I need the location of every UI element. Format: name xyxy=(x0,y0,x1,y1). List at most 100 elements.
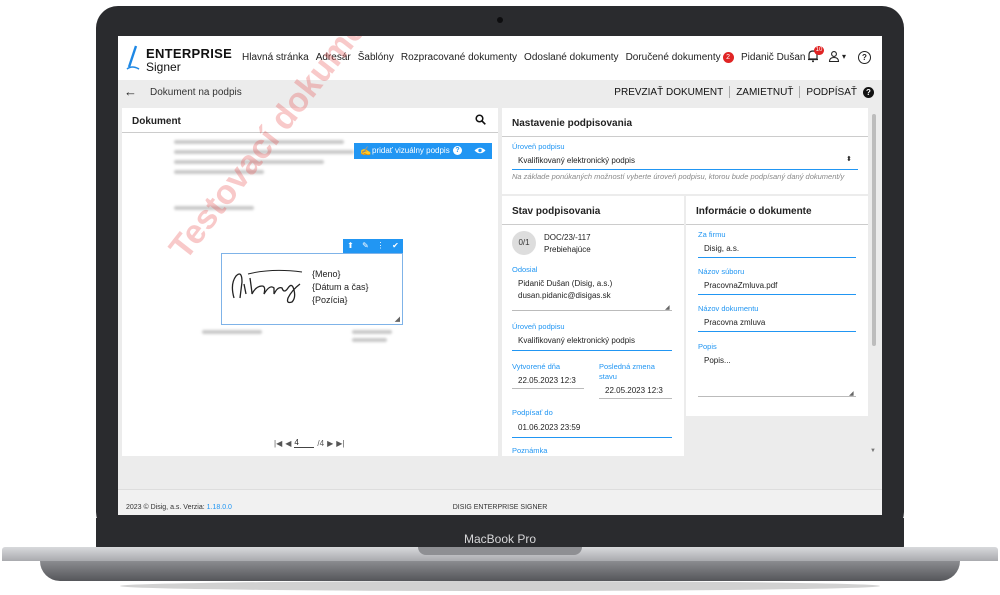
nav-received[interactable]: Doručené dokumenty xyxy=(626,52,721,63)
file-name-value: PracovnaZmluva.pdf xyxy=(704,281,778,290)
created-value: 22.05.2023 12:3 xyxy=(518,376,576,385)
logo-icon xyxy=(126,45,140,70)
file-name-label: Názov súboru xyxy=(698,267,745,276)
nav-received-wrap[interactable]: Doručené dokumenty 2 xyxy=(626,52,734,63)
signature-datetime-field: {Dátum a čas} xyxy=(312,282,369,292)
user-menu-caret[interactable]: ▾ xyxy=(842,52,846,61)
add-visual-signature-button[interactable]: ✍ pridať vizuálny podpis ? xyxy=(354,143,492,159)
top-navbar: ENTERPRISE Signer Hlavná stránka Adresár… xyxy=(118,36,882,80)
signing-state: Prebiehajúce xyxy=(544,245,591,254)
first-page-icon[interactable]: |◀ xyxy=(274,439,282,448)
camera xyxy=(497,17,503,23)
status-level-value: Kvalifikovaný elektronický podpis xyxy=(518,336,635,345)
laptop-notch xyxy=(418,547,582,555)
signature-level-hint: Na základe ponúkaných možností vyberte ú… xyxy=(512,172,845,181)
back-arrow-icon[interactable]: ← xyxy=(124,84,137,99)
footer-copyright-text: 2023 © Disig, a.s. Verzia: xyxy=(126,504,207,511)
logo-text-signer: Signer xyxy=(146,60,181,74)
user-name[interactable]: Pidanič Dušan xyxy=(741,52,805,63)
last-change-label: Posledná zmena stavu xyxy=(599,362,655,381)
nav-templates[interactable]: Šablóny xyxy=(358,52,394,63)
page-total: /4 xyxy=(317,438,325,448)
document-number: DOC/23/-117 xyxy=(544,233,591,242)
textarea-resize-icon[interactable]: ◢ xyxy=(665,304,670,311)
reject-button[interactable]: ZAMIETNUŤ xyxy=(736,87,793,98)
scrollbar-thumb[interactable] xyxy=(872,114,876,346)
signature-level-select[interactable]: Kvalifikovaný elektronický podpis xyxy=(518,156,635,165)
logo-text-enterprise: ENTERPRISE xyxy=(146,46,233,61)
sender-label: Odosial xyxy=(512,265,538,274)
signing-settings-title: Nastavenie podpisovania xyxy=(512,118,633,129)
last-page-icon[interactable]: ▶| xyxy=(336,439,344,448)
last-change-value: 22.05.2023 12:3 xyxy=(605,386,663,395)
signature-level-label: Úroveň podpisu xyxy=(512,142,565,151)
prev-page-icon[interactable]: ◀ xyxy=(285,439,291,448)
sender-email: dusan.pidanic@disigas.sk xyxy=(518,291,611,300)
note-label: Poznámka xyxy=(512,446,548,455)
last-change-underline xyxy=(599,398,672,399)
device-label: MacBook Pro xyxy=(463,532,537,546)
nav-sent[interactable]: Odoslané dokumenty xyxy=(524,52,619,63)
page-number-input[interactable]: 4 xyxy=(294,438,315,448)
app-screen: ENTERPRISE Signer Hlavná stránka Adresár… xyxy=(118,36,882,515)
resize-handle-icon[interactable]: ◢ xyxy=(395,315,400,323)
received-count-badge: 2 xyxy=(722,52,734,63)
sign-button[interactable]: PODPÍSAŤ xyxy=(806,87,857,98)
file-name-underline xyxy=(698,294,856,295)
more-options-icon[interactable]: ⋮ xyxy=(373,239,388,253)
eye-icon[interactable] xyxy=(474,146,486,155)
select-arrows-icon[interactable]: ⬍ xyxy=(846,155,852,163)
company-underline xyxy=(698,257,856,258)
signature-name-field: {Meno} xyxy=(312,269,341,279)
nav-home[interactable]: Hlavná stránka xyxy=(242,52,309,63)
notification-badge: 10 xyxy=(814,46,824,55)
footer-product-name: DISIG ENTERPRISE SIGNER xyxy=(452,504,548,511)
user-icon[interactable] xyxy=(828,50,840,62)
toolbar-divider xyxy=(799,86,801,98)
signature-pen-icon: ✍ xyxy=(360,146,372,156)
document-name-label: Názov dokumentu xyxy=(698,304,759,313)
document-panel: Dokument Testovací dokument ✍ pridať viz… xyxy=(122,36,498,456)
sign-by-underline xyxy=(512,437,672,438)
company-label: Za firmu xyxy=(698,230,726,239)
description-label: Popis xyxy=(698,342,717,351)
visual-signature-help-icon[interactable]: ? xyxy=(453,146,462,155)
toolbar-actions: PREVZIAŤ DOKUMENT ZAMIETNUŤ PODPÍSAŤ ? xyxy=(614,86,874,98)
blurred-text-line xyxy=(352,338,387,342)
sender-underline xyxy=(512,310,672,311)
app-footer: DISIG ENTERPRISE SIGNER 2023 © Disig, a.… xyxy=(118,489,882,515)
document-name-underline xyxy=(698,331,856,332)
footer-copyright: 2023 © Disig, a.s. Verzia: 1.18.0.0 xyxy=(126,504,232,511)
nav-drafts[interactable]: Rozpracované dokumenty xyxy=(401,52,517,63)
description-underline xyxy=(698,396,856,397)
laptop-shadow xyxy=(120,581,880,591)
sign-by-value: 01.06.2023 23:59 xyxy=(518,423,581,432)
signing-status-panel: Stav podpisovania 0/1 DOC/23/-117 Prebie… xyxy=(502,196,684,456)
signature-position-field: {Pozícia} xyxy=(312,295,348,305)
confirm-signature-icon[interactable]: ✔ xyxy=(388,239,403,253)
edit-signature-icon[interactable]: ✎ xyxy=(358,239,373,253)
visual-signature-box[interactable]: {Meno} {Dátum a čas} {Pozícia} ◢ xyxy=(221,253,403,325)
signature-progress: 0/1 xyxy=(512,231,536,255)
signature-toolbar: ⬆ ✎ ⋮ ✔ xyxy=(343,239,403,253)
signing-settings-panel: Nastavenie podpisovania Úroveň podpisu K… xyxy=(502,108,868,194)
toolbar-divider xyxy=(729,86,731,98)
take-document-button[interactable]: PREVZIAŤ DOKUMENT xyxy=(614,87,723,98)
upload-signature-icon[interactable]: ⬆ xyxy=(343,239,358,253)
scroll-down-arrow-icon[interactable]: ▼ xyxy=(870,448,876,454)
sender-name: Pidanič Dušan (Disig, a.s.) xyxy=(518,279,613,288)
document-toolbar: ← Dokument na podpis PREVZIAŤ DOKUMENT Z… xyxy=(118,80,882,105)
document-info-panel: Informácie o dokumente Za firmu Disig, a… xyxy=(686,196,868,416)
sign-help-icon[interactable]: ? xyxy=(863,86,874,98)
help-icon[interactable]: ? xyxy=(858,51,871,64)
footer-version[interactable]: 1.18.0.0 xyxy=(207,504,232,511)
textarea-resize-icon[interactable]: ◢ xyxy=(849,390,854,397)
document-info-title: Informácie o dokumente xyxy=(696,206,812,217)
document-panel-title: Dokument xyxy=(132,116,181,127)
description-textarea[interactable]: Popis... xyxy=(704,356,731,365)
created-underline xyxy=(512,388,584,389)
page-title: Dokument na podpis xyxy=(150,87,242,98)
app-logo[interactable]: ENTERPRISE Signer xyxy=(126,45,233,75)
next-page-icon[interactable]: ▶ xyxy=(327,439,333,448)
search-icon[interactable] xyxy=(475,114,486,125)
